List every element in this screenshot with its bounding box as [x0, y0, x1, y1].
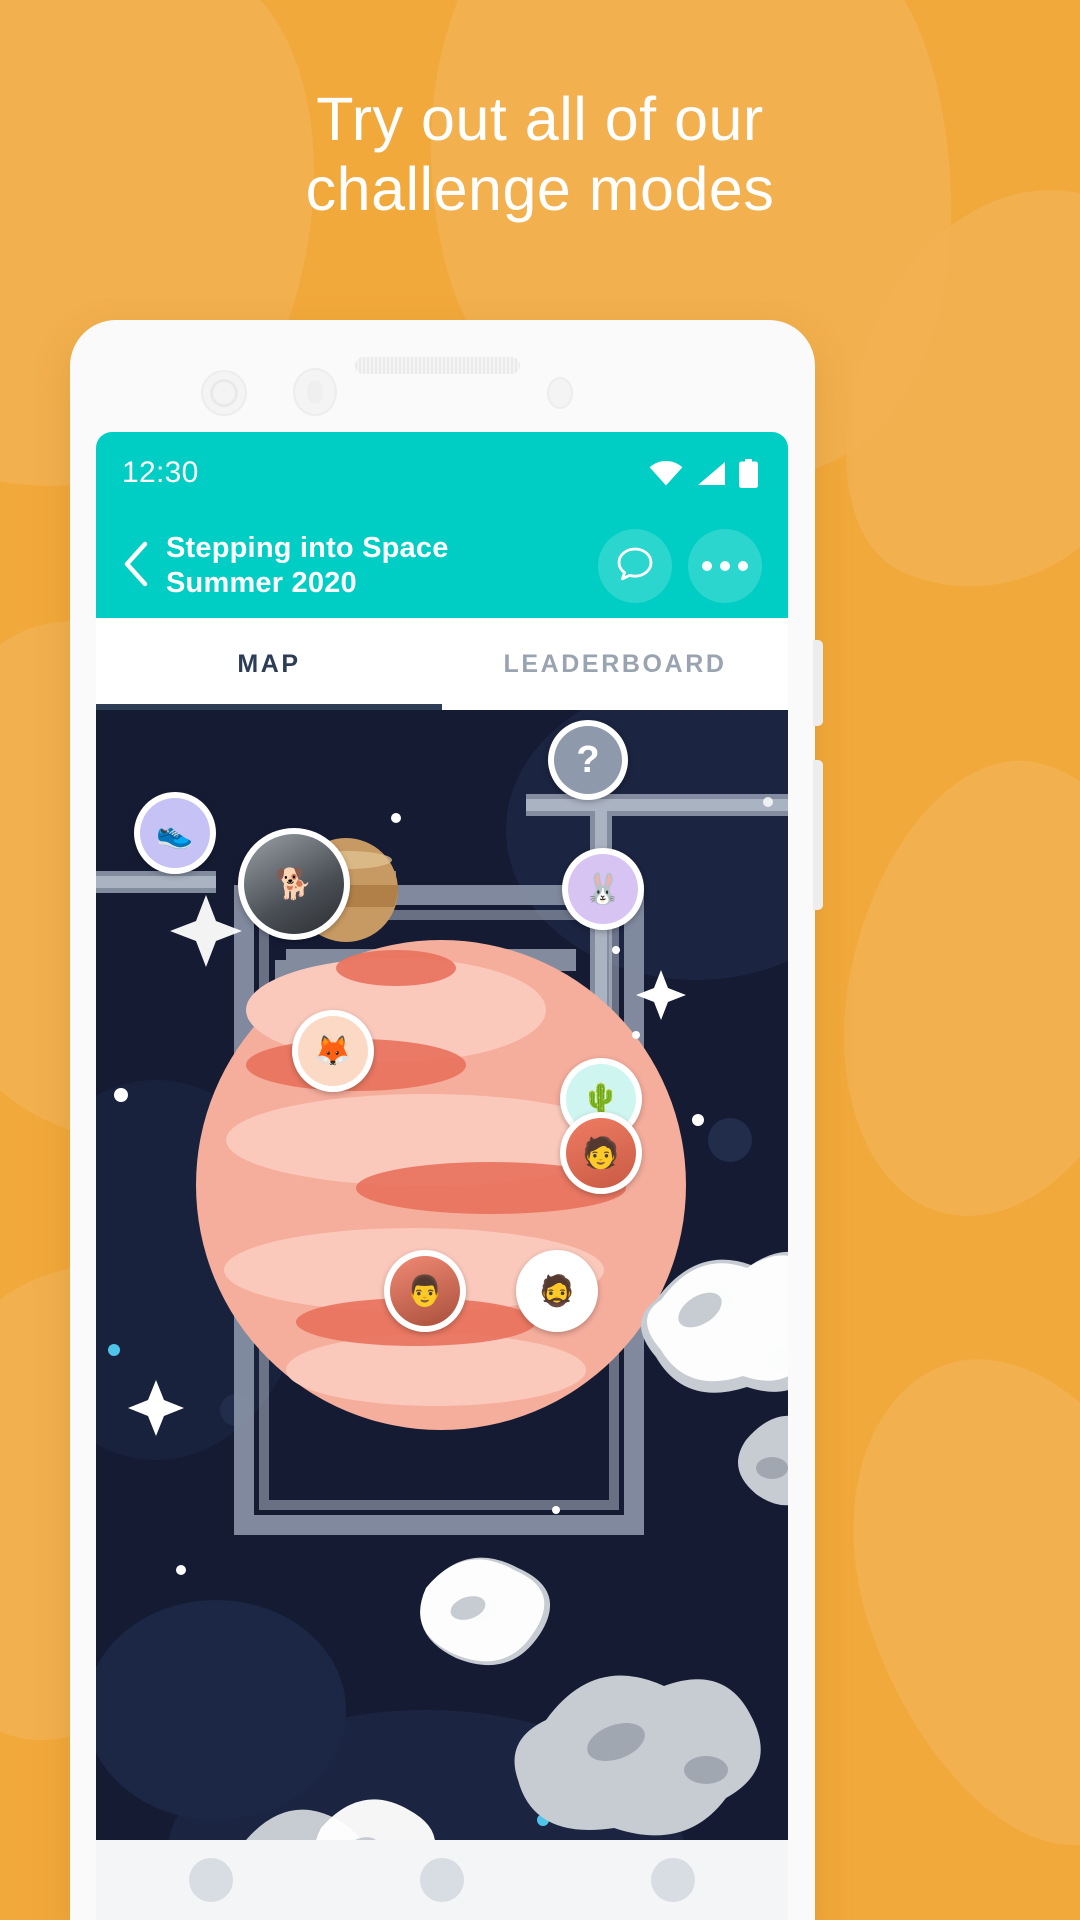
- chat-bubble-icon: [615, 544, 655, 589]
- app-bar: Stepping into Space Summer 2020: [96, 514, 788, 618]
- challenge-map[interactable]: 👟 🐕 ? 🐰 🦊 🌵 🧑 👨 🧔: [96, 710, 788, 1920]
- nav-item-icon-1[interactable]: [189, 1858, 234, 1902]
- tab-leaderboard[interactable]: LEADERBOARD: [442, 618, 788, 710]
- wifi-icon: [649, 461, 683, 486]
- marker-fox[interactable]: 🦊: [292, 1010, 374, 1092]
- bunny-avatar-icon: 🐰: [568, 854, 638, 924]
- light-sensor-icon: [547, 377, 573, 409]
- page-title-line-2: Summer 2020: [166, 567, 357, 599]
- earpiece-speaker: [355, 357, 520, 374]
- battery-icon: [739, 458, 758, 488]
- nav-item-icon-3[interactable]: [650, 1858, 695, 1902]
- marker-person-2[interactable]: 👨: [384, 1250, 466, 1332]
- phone-mockup: 12:30 Stepping into Space Summer 2020 MA…: [70, 320, 823, 1920]
- marker-person-3[interactable]: 🧔: [516, 1250, 598, 1332]
- nav-item-icon-2[interactable]: [420, 1858, 464, 1902]
- headline-line-2: challenge modes: [305, 155, 775, 223]
- shoe-badge-icon: 👟: [140, 798, 210, 868]
- dog-photo-avatar: 🐕: [244, 834, 344, 934]
- back-button[interactable]: [114, 541, 158, 592]
- marker-shoe[interactable]: 👟: [134, 792, 216, 874]
- front-camera-icon: [201, 370, 247, 416]
- app-bar-actions: [598, 529, 762, 603]
- marker-dog-photo[interactable]: 🐕: [238, 828, 350, 940]
- phone-screen: 12:30 Stepping into Space Summer 2020 MA…: [96, 432, 788, 1920]
- marker-bunny[interactable]: 🐰: [562, 848, 644, 930]
- person-photo-avatar-3: 🧔: [538, 1274, 576, 1308]
- proximity-sensor-icon: [293, 368, 337, 416]
- signal-icon: [696, 461, 726, 486]
- status-bar: 12:30: [96, 432, 788, 514]
- phone-power-button: [813, 760, 823, 910]
- question-mark-icon: ?: [554, 726, 622, 794]
- chat-button[interactable]: [598, 529, 672, 603]
- marker-person-1[interactable]: 🧑: [560, 1112, 642, 1194]
- fox-avatar-icon: 🦊: [298, 1016, 368, 1086]
- more-options-button[interactable]: [688, 529, 762, 603]
- more-horizontal-icon: [702, 561, 748, 571]
- marker-unknown[interactable]: ?: [548, 720, 628, 800]
- phone-volume-button: [813, 640, 823, 726]
- headline-line-1: Try out all of our: [316, 85, 764, 153]
- person-photo-avatar-1: 🧑: [566, 1118, 636, 1188]
- status-time: 12:30: [122, 456, 199, 489]
- page-title: Stepping into Space Summer 2020: [166, 531, 449, 601]
- person-photo-avatar-2: 👨: [390, 1256, 460, 1326]
- page-title-line-1: Stepping into Space: [166, 532, 449, 564]
- tab-bar: MAP LEADERBOARD: [96, 618, 788, 710]
- status-icons: [649, 458, 758, 488]
- tab-map[interactable]: MAP: [96, 618, 442, 710]
- chevron-left-icon: [123, 541, 149, 592]
- promo-headline: Try out all of our challenge modes: [0, 84, 1080, 224]
- bottom-navigation[interactable]: [96, 1840, 788, 1920]
